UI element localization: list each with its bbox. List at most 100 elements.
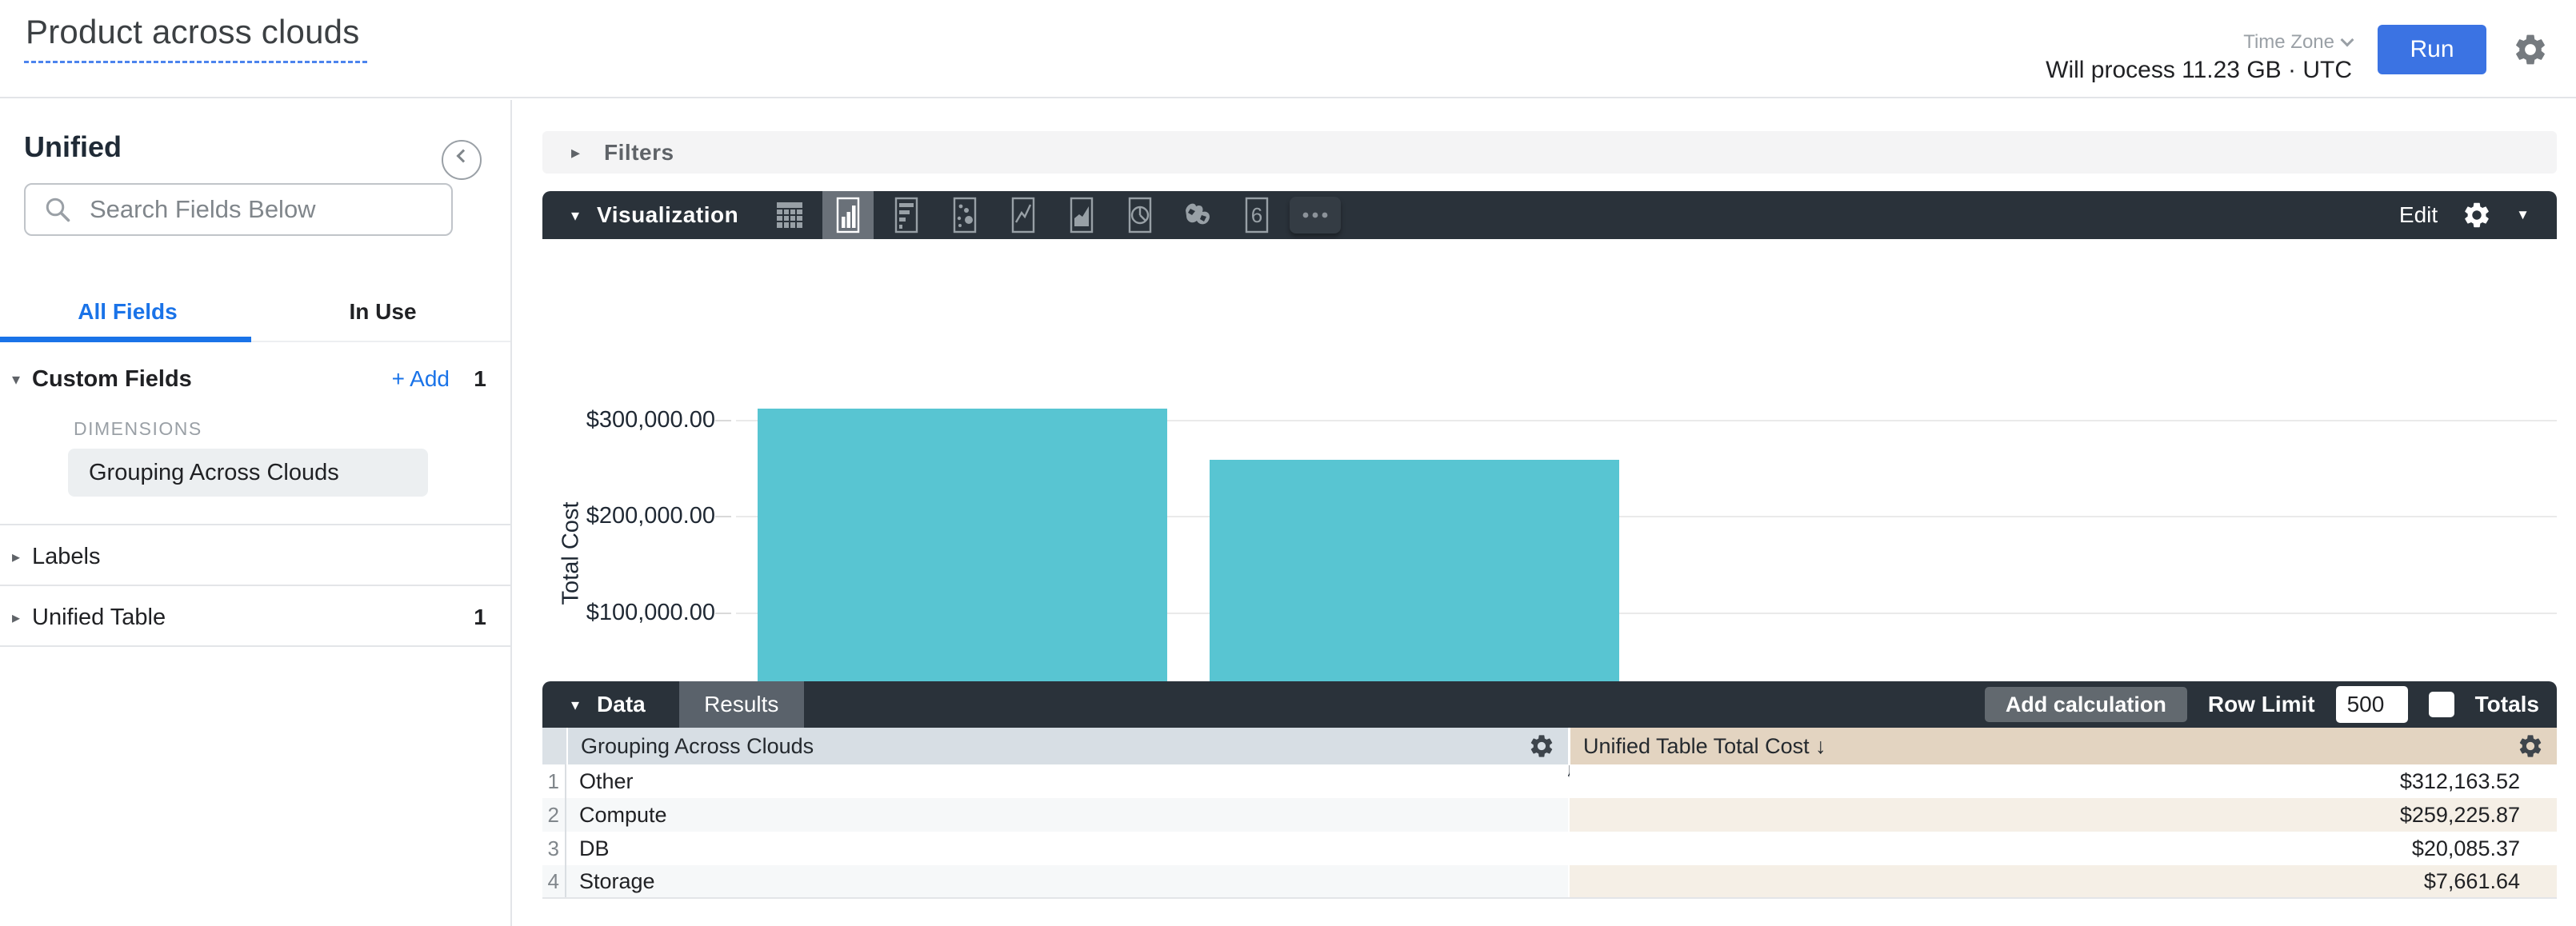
run-button[interactable]: Run xyxy=(2378,25,2486,74)
time-zone-dropdown[interactable]: Time Zone xyxy=(2046,31,2352,54)
caret-down-icon[interactable]: ▾ xyxy=(0,369,32,389)
table-row: 2Compute$259,225.87 xyxy=(542,798,2557,832)
y-tick-mark xyxy=(715,613,731,614)
visualization-section-header: ▾ Visualization xyxy=(542,191,2557,239)
active-tab-indicator xyxy=(0,337,251,342)
labels-label: Labels xyxy=(32,544,100,570)
row-number: 4 xyxy=(542,865,566,897)
dimension-cell[interactable]: Compute xyxy=(566,798,1568,832)
filters-label: Filters xyxy=(604,140,674,166)
field-picker-sidebar: Unified All Fields In Use ▾ Custom Field… xyxy=(0,100,512,926)
dimensions-group-label: DIMENSIONS xyxy=(74,418,202,440)
chevron-left-icon xyxy=(457,150,470,163)
plot-area xyxy=(736,397,2557,709)
measure-cell[interactable]: $20,085.37 xyxy=(1570,832,2557,865)
chevron-down-icon xyxy=(2341,33,2354,46)
field-search-box xyxy=(24,183,453,236)
measure-cell[interactable]: $259,225.87 xyxy=(1570,798,2557,832)
tab-all-fields[interactable]: All Fields xyxy=(0,282,255,341)
caret-down-icon: ▾ xyxy=(571,695,579,715)
custom-fields-count: 1 xyxy=(450,366,510,392)
column-header-grouping-across-clouds[interactable]: Grouping Across Clouds xyxy=(568,728,1568,764)
y-tick-mark xyxy=(715,420,731,421)
field-grouping-across-clouds[interactable]: Grouping Across Clouds xyxy=(68,449,428,497)
dimension-cell[interactable]: DB xyxy=(566,832,1568,865)
data-collapse[interactable]: ▾ Data xyxy=(542,692,646,717)
row-limit-input[interactable] xyxy=(2336,686,2408,723)
viz-type-bar-icon[interactable] xyxy=(881,191,932,239)
svg-text:6: 6 xyxy=(1251,203,1262,227)
caret-right-icon[interactable]: ▸ xyxy=(0,547,32,567)
custom-fields-section-header[interactable]: ▾ Custom Fields + Add 1 xyxy=(0,356,510,402)
viz-type-column-icon[interactable] xyxy=(822,191,874,239)
add-custom-field-button[interactable]: + Add xyxy=(392,366,450,392)
settings-gear-icon[interactable] xyxy=(2512,31,2549,68)
viz-type-scatter-icon[interactable] xyxy=(939,191,990,239)
y-tick-label: $300,000.00 xyxy=(542,407,715,433)
process-info-text: Will process 11.23 GB · UTC xyxy=(2046,57,2352,84)
top-bar: Product across clouds Time Zone Will pro… xyxy=(0,0,2576,98)
viz-type-more-button[interactable] xyxy=(1290,197,1341,233)
measure-cell[interactable]: $7,661.64 xyxy=(1570,865,2557,897)
table-row: 1Other$312,163.52 xyxy=(542,764,2557,798)
viz-type-area-icon[interactable] xyxy=(1056,191,1107,239)
chart-bar-compute[interactable] xyxy=(1210,460,1619,709)
caret-down-icon: ▾ xyxy=(571,206,579,226)
row-number: 2 xyxy=(542,798,566,832)
main-content: ▸ Filters ▾ Visualization xyxy=(542,100,2576,926)
table-row: 4Storage$7,661.64 xyxy=(542,865,2557,899)
chart-bar-other[interactable] xyxy=(758,409,1167,709)
column-header-unified-table-total-cost[interactable]: Unified Table Total Cost ↓ xyxy=(1570,728,2557,764)
table-body: 1Other$312,163.522Compute$259,225.873DB$… xyxy=(542,764,2557,899)
viz-settings-caret-icon[interactable]: ▼ xyxy=(2516,207,2530,223)
viz-type-line-icon[interactable] xyxy=(998,191,1049,239)
row-number-header xyxy=(542,728,566,764)
viz-edit-button[interactable]: Edit xyxy=(2399,202,2438,228)
search-icon xyxy=(43,195,72,224)
column-gear-icon[interactable] xyxy=(1528,732,1555,760)
data-section-header: ▾ Data Results Add calculation Row Limit… xyxy=(542,681,2557,728)
unified-table-count: 1 xyxy=(450,605,510,630)
query-info: Time Zone Will process 11.23 GB · UTC xyxy=(2046,15,2352,84)
caret-right-icon[interactable]: ▸ xyxy=(0,608,32,628)
row-number: 3 xyxy=(542,832,566,865)
tab-results[interactable]: Results xyxy=(679,681,804,728)
tab-in-use[interactable]: In Use xyxy=(255,282,510,341)
caret-right-icon: ▸ xyxy=(571,142,580,163)
visualization-collapse[interactable]: ▾ Visualization xyxy=(571,191,738,239)
viz-type-single-value-icon[interactable]: 6 xyxy=(1231,191,1282,239)
dimension-cell[interactable]: Other xyxy=(566,764,1568,798)
viz-settings-gear-icon[interactable] xyxy=(2462,200,2492,230)
collapse-sidebar-button[interactable] xyxy=(442,140,482,180)
visualization-label: Visualization xyxy=(597,202,738,228)
table-header-row: Grouping Across Clouds Unified Table Tot… xyxy=(542,728,2557,764)
viz-type-switcher: 6 xyxy=(764,191,1341,239)
measure-cell[interactable]: $312,163.52 xyxy=(1570,764,2557,798)
bar-chart: Total Cost $0.00$100,000.00$200,000.00$3… xyxy=(542,239,2557,681)
filters-section-header[interactable]: ▸ Filters xyxy=(542,131,2557,174)
unified-table-label: Unified Table xyxy=(32,605,166,631)
labels-section-header[interactable]: ▸ Labels xyxy=(0,533,510,580)
viz-type-table-icon[interactable] xyxy=(764,191,815,239)
custom-fields-label: Custom Fields xyxy=(32,366,192,393)
y-tick-mark xyxy=(715,516,731,517)
field-tabs: All Fields In Use xyxy=(0,282,510,342)
unified-table-section-header[interactable]: ▸ Unified Table 1 xyxy=(0,594,510,641)
totals-label: Totals xyxy=(2475,692,2539,717)
y-tick-label: $200,000.00 xyxy=(542,503,715,529)
row-number: 1 xyxy=(542,764,566,798)
y-tick-label: $100,000.00 xyxy=(542,600,715,626)
viz-type-map-icon[interactable] xyxy=(1173,191,1224,239)
page-title[interactable]: Product across clouds xyxy=(24,13,367,63)
column-header-label: Grouping Across Clouds xyxy=(581,734,814,759)
dimension-cell[interactable]: Storage xyxy=(566,865,1568,897)
column-gear-icon[interactable] xyxy=(2517,732,2544,760)
add-calculation-button[interactable]: Add calculation xyxy=(1985,687,2187,722)
explore-name: Unified xyxy=(24,130,122,164)
totals-checkbox[interactable] xyxy=(2429,692,2454,717)
divider xyxy=(0,645,510,647)
divider xyxy=(0,585,510,586)
viz-type-pie-icon[interactable] xyxy=(1114,191,1166,239)
search-input[interactable] xyxy=(90,195,451,224)
divider xyxy=(0,524,510,525)
